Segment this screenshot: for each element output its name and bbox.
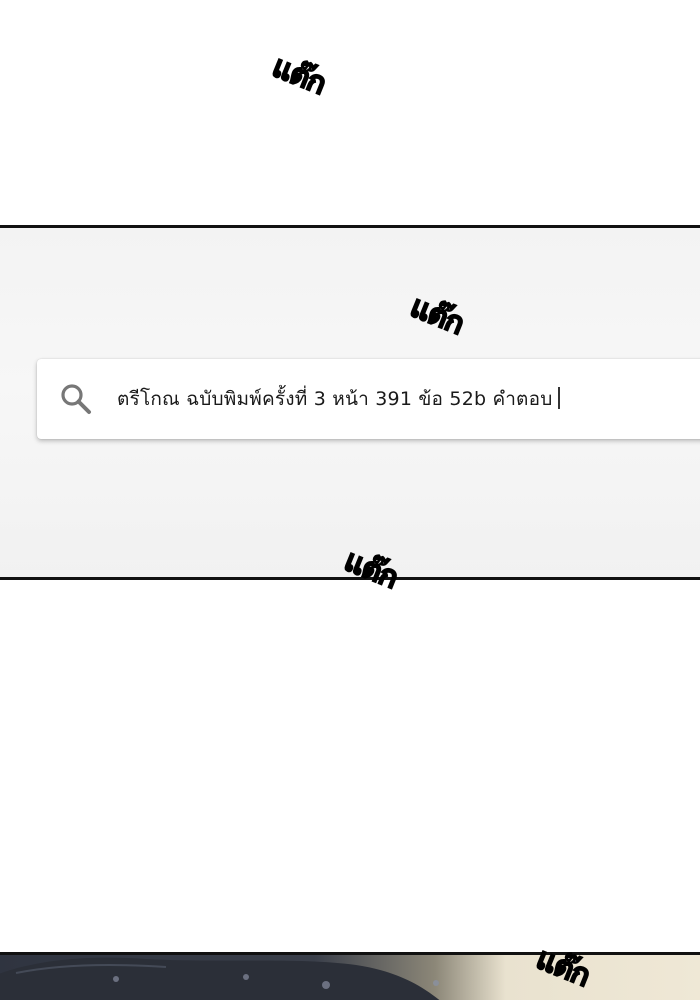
comic-page: แต๊ก แต๊ก ตรีโกณ ฉบับพิมพ์ครั้งที่ 3 หน้… (0, 0, 700, 1000)
search-input[interactable]: ตรีโกณ ฉบับพิมพ์ครั้งที่ 3 หน้า 391 ข้อ … (117, 384, 561, 414)
text-caret (558, 387, 561, 409)
character-hair-illustration (0, 957, 440, 1000)
search-query-text: ตรีโกณ ฉบับพิมพ์ครั้งที่ 3 หน้า 391 ข้อ … (117, 388, 553, 410)
search-icon (61, 384, 91, 414)
sound-effect-text: แต๊ก (267, 48, 332, 102)
search-bar[interactable]: ตรีโกณ ฉบับพิมพ์ครั้งที่ 3 หน้า 391 ข้อ … (37, 359, 700, 439)
